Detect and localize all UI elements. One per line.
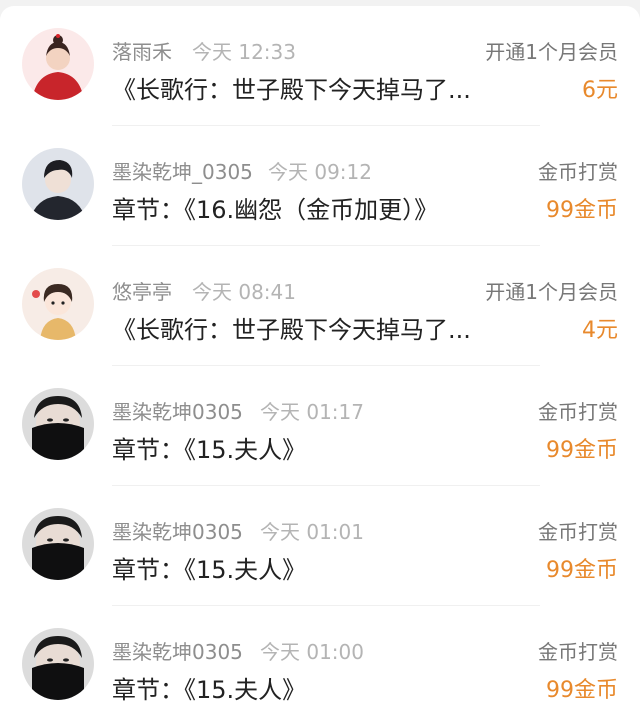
timestamp: 今天 12:33 [192, 40, 296, 64]
cartoon-girl-avatar[interactable] [22, 268, 94, 340]
action-type: 金币打赏 [538, 400, 618, 424]
item-title: 《长歌行：世子殿下今天掉马了... [112, 76, 471, 104]
action-type: 金币打赏 [538, 640, 618, 664]
masked-man-avatar[interactable] [22, 508, 94, 580]
user-name[interactable]: 墨染乾坤0305 [112, 516, 243, 545]
action-type: 金币打赏 [538, 520, 618, 544]
item-title: 章节：《16.幽怨（金币加更）》 [112, 196, 439, 224]
user-name[interactable]: 悠亭亭 [112, 276, 172, 305]
item-title: 章节：《15.夫人》 [112, 676, 307, 704]
list-item[interactable]: 落雨禾 今天 12:33 开通1个月会员 《长歌行：世子殿下今天掉马了... 6… [0, 6, 640, 126]
amount-value: 99金币 [546, 438, 618, 463]
timestamp: 今天 01:17 [260, 400, 364, 424]
action-type: 金币打赏 [538, 160, 618, 184]
amount-value: 99金币 [546, 678, 618, 703]
list-item[interactable]: 墨染乾坤_0305 今天 09:12 金币打赏 章节：《16.幽怨（金币加更）》… [0, 126, 640, 246]
user-name[interactable]: 墨染乾坤0305 [112, 636, 243, 665]
timestamp: 今天 01:01 [260, 520, 364, 544]
list-item[interactable]: 墨染乾坤0305 今天 01:01 金币打赏 章节：《15.夫人》 99金币 [0, 486, 640, 606]
list-item[interactable]: 悠亭亭 今天 08:41 开通1个月会员 《长歌行：世子殿下今天掉马了... 4… [0, 246, 640, 366]
young-man-photo-avatar[interactable] [22, 148, 94, 220]
list-item[interactable]: 墨染乾坤0305 今天 01:17 金币打赏 章节：《15.夫人》 99金币 [0, 366, 640, 486]
item-title: 《长歌行：世子殿下今天掉马了... [112, 316, 471, 344]
action-type: 开通1个月会员 [485, 280, 618, 304]
timestamp: 今天 09:12 [268, 160, 372, 184]
item-title: 章节：《15.夫人》 [112, 556, 307, 584]
red-dress-girl-avatar[interactable] [22, 28, 94, 100]
masked-man-avatar[interactable] [22, 628, 94, 700]
amount-value: 6元 [582, 78, 618, 103]
amount-value: 99金币 [546, 198, 618, 223]
timestamp: 今天 08:41 [192, 280, 296, 304]
amount-value: 99金币 [546, 558, 618, 583]
reward-record-list: 落雨禾 今天 12:33 开通1个月会员 《长歌行：世子殿下今天掉马了... 6… [0, 6, 640, 721]
user-name[interactable]: 墨染乾坤0305 [112, 396, 243, 425]
user-name[interactable]: 墨染乾坤_0305 [112, 156, 253, 185]
user-name[interactable]: 落雨禾 [112, 36, 172, 65]
list-item[interactable]: 墨染乾坤0305 今天 01:00 金币打赏 章节：《15.夫人》 99金币 [0, 606, 640, 721]
action-type: 开通1个月会员 [485, 40, 618, 64]
timestamp: 今天 01:00 [260, 640, 364, 664]
amount-value: 4元 [582, 318, 618, 343]
masked-man-avatar[interactable] [22, 388, 94, 460]
item-title: 章节：《15.夫人》 [112, 436, 307, 464]
